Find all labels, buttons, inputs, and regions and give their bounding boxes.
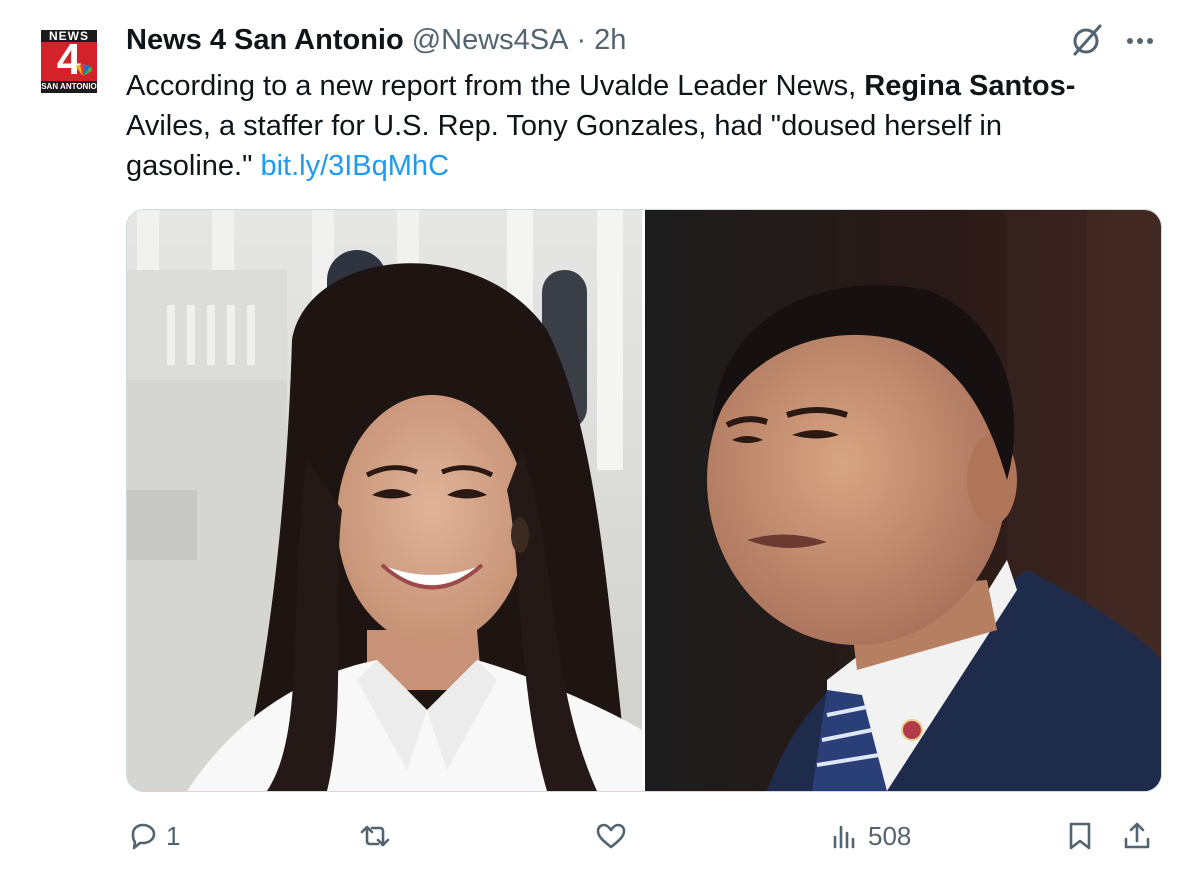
share-button[interactable] (1120, 816, 1154, 856)
like-icon (596, 823, 626, 849)
views-count: 508 (868, 820, 912, 851)
tweet-bold-name: Regina Santos- (864, 70, 1076, 102)
repost-icon (360, 825, 390, 847)
tweet-action-bar: 1 508 (0, 806, 1194, 866)
views-icon (833, 825, 855, 849)
tweet-text-part-2: Aviles, a staffer for U.S. Rep. Tony Gon… (126, 110, 1002, 182)
share-icon (1124, 822, 1150, 849)
account-name[interactable]: News 4 San Antonio (126, 24, 404, 57)
tweet-timestamp[interactable]: 2h (594, 24, 626, 57)
like-button[interactable] (594, 816, 634, 856)
left-photo-woman (127, 210, 642, 791)
tweet-text: According to a new report from the Uvald… (126, 66, 1136, 186)
reply-count: 1 (166, 820, 181, 851)
tweet-link[interactable]: bit.ly/3IBqMhC (260, 150, 449, 182)
views-button[interactable]: 508 (828, 816, 911, 856)
bookmark-icon (1069, 822, 1091, 850)
account-avatar[interactable]: NEWS 4 SAN ANTONIO (40, 30, 98, 94)
tweet-text-part-1: According to a new report from the Uvald… (126, 70, 865, 102)
account-handle[interactable]: @News4SA (412, 24, 569, 57)
nbc-peacock-icon (76, 64, 92, 76)
tweet-media[interactable] (126, 209, 1162, 792)
grok-icon[interactable] (1069, 22, 1105, 58)
reply-icon (131, 823, 156, 850)
more-options-icon[interactable] (1120, 22, 1160, 58)
reply-button[interactable]: 1 (126, 816, 180, 856)
repost-button[interactable] (358, 816, 398, 856)
header-separator: · (576, 23, 587, 56)
avatar-logo-bottom-text: SAN ANTONIO (41, 81, 97, 93)
bookmark-button[interactable] (1063, 816, 1097, 856)
media-divider (642, 210, 645, 791)
tweet-header: News 4 San Antonio @News4SA · 2h (126, 22, 626, 58)
right-photo-man (645, 210, 1161, 791)
